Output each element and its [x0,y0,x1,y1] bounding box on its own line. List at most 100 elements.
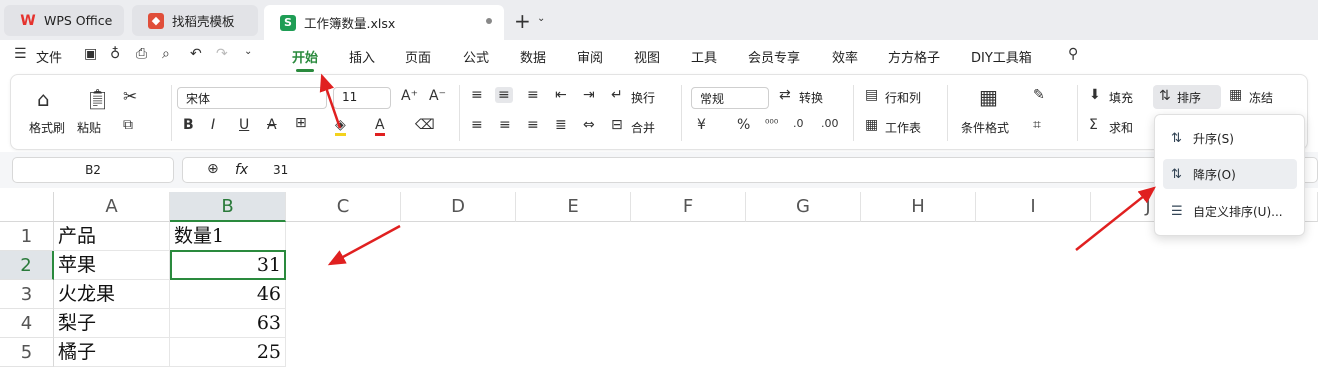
paste-label[interactable]: 粘贴 [77,119,101,136]
align-center-icon[interactable]: ≡ [499,117,511,133]
percent-icon[interactable]: % [737,117,750,133]
column-header-f[interactable]: F [631,192,746,222]
increase-decimal-icon[interactable]: .0 [793,117,804,130]
formula-value[interactable]: 31 [273,163,288,177]
tab-workbook[interactable]: S 工作簿数量.xlsx [264,5,504,40]
custom-sort-item[interactable]: ☰ 自定义排序(U)... [1163,196,1297,226]
menu-formula[interactable]: 公式 [463,47,489,66]
menu-efficiency[interactable]: 效率 [832,47,858,66]
menu-insert[interactable]: 插入 [349,47,375,66]
column-header-i[interactable]: I [976,192,1091,222]
cell-a5[interactable]: 橘子 [54,338,170,367]
fill-label[interactable]: 填充 [1109,89,1133,106]
fx-icon[interactable]: fx [235,162,248,178]
menu-data[interactable]: 数据 [520,47,546,66]
justify-icon[interactable]: ≣ [555,117,567,133]
menu-home[interactable]: 开始 [292,47,318,72]
sort-button[interactable]: ⇅ 排序 [1153,85,1221,109]
worksheet-label[interactable]: 工作表 [885,119,921,136]
menu-diy[interactable]: DIY工具箱 [971,47,1032,66]
format-painter-icon[interactable]: ⌂ [37,87,50,111]
conditional-format-label[interactable]: 条件格式 [961,119,1009,136]
indent-increase-icon[interactable]: ⇥ [583,87,595,103]
cell-b4[interactable]: 63 [170,309,286,338]
align-right-icon[interactable]: ≡ [527,117,539,133]
chevron-down-icon[interactable]: ⌄ [537,13,545,24]
undo-icon[interactable]: ↶ [190,46,202,62]
tab-wps-office[interactable]: W WPS Office [4,5,124,36]
format-painter-label[interactable]: 格式刷 [29,119,65,136]
cell-b3[interactable]: 46 [170,280,286,309]
merge-label[interactable]: 合并 [631,119,655,136]
increase-font-icon[interactable]: A⁺ [401,88,418,104]
wrap-text-icon[interactable]: ↵ [611,87,623,103]
zoom-icon[interactable]: ⊕ [207,161,219,177]
row-col-label[interactable]: 行和列 [885,89,921,106]
print-icon[interactable]: ⎙ [136,46,147,62]
sum-label[interactable]: 求和 [1109,119,1133,136]
font-color-icon[interactable]: A [375,117,385,136]
convert-icon[interactable]: ⇄ [779,87,791,103]
menu-page[interactable]: 页面 [405,47,431,66]
menu-member[interactable]: 会员专享 [748,47,800,66]
row-col-icon[interactable]: ▤ [865,87,878,103]
decrease-decimal-icon[interactable]: .00 [821,117,839,130]
fill-color-icon[interactable]: ◈ [335,117,346,136]
column-header-a[interactable]: A [54,192,170,222]
align-left-icon[interactable]: ≡ [471,117,483,133]
row-header-5[interactable]: 5 [0,338,54,367]
cell-a1[interactable]: 产品 [54,222,170,251]
cell-style-icon[interactable]: ✎ [1033,87,1045,103]
menu-view[interactable]: 视图 [634,47,660,66]
align-bottom-icon[interactable]: ≡ [527,87,539,103]
wrap-text-label[interactable]: 换行 [631,89,655,106]
row-header-2[interactable]: 2 [0,251,54,280]
column-header-c[interactable]: C [286,192,401,222]
indent-decrease-icon[interactable]: ⇤ [555,87,567,103]
search-icon[interactable]: ⚲ [1068,46,1078,62]
decrease-font-icon[interactable]: A⁻ [429,88,446,104]
currency-icon[interactable]: ¥ [697,117,706,133]
cut-icon[interactable]: ✂ [123,87,137,107]
cell-a2[interactable]: 苹果 [54,251,170,280]
name-box[interactable]: B2 [12,157,174,183]
fill-icon[interactable]: ⬇ [1089,87,1101,103]
italic-icon[interactable]: I [211,117,215,133]
cell-b5[interactable]: 25 [170,338,286,367]
column-header-d[interactable]: D [401,192,516,222]
menu-review[interactable]: 审阅 [577,47,603,66]
distribute-icon[interactable]: ⇔ [583,117,595,133]
cell-a3[interactable]: 火龙果 [54,280,170,309]
merge-icon[interactable]: ⊟ [611,117,623,133]
cell-a4[interactable]: 梨子 [54,309,170,338]
align-middle-icon[interactable]: ≡ [495,87,513,103]
row-header-4[interactable]: 4 [0,309,54,338]
select-all-corner[interactable] [0,192,54,222]
conditional-format-icon[interactable]: ▦ [979,85,998,109]
menu-tools[interactable]: 工具 [691,47,717,66]
hamburger-menu-icon[interactable]: ☰ [14,46,27,62]
column-header-h[interactable]: H [861,192,976,222]
clear-format-icon[interactable]: ⌫ [415,117,435,133]
save-icon[interactable]: ▣ [84,46,97,62]
row-header-1[interactable]: 1 [0,222,54,251]
copy-icon[interactable]: ⧉ [123,117,133,133]
worksheet-icon[interactable]: ▦ [865,117,878,133]
sum-icon[interactable]: Σ [1089,117,1098,133]
row-header-3[interactable]: 3 [0,280,54,309]
number-format-select[interactable]: 常规 [691,87,769,109]
crop-icon[interactable]: ⌗ [1033,117,1041,133]
menu-file[interactable]: 文件 [36,47,62,66]
bold-icon[interactable]: B [183,117,194,133]
column-header-b[interactable]: B [170,192,286,222]
border-icon[interactable]: ⊞ [295,115,307,131]
menu-fangfang[interactable]: 方方格子 [888,47,940,66]
print-preview-icon[interactable]: ⌕ [162,46,170,62]
new-tab-plus-icon[interactable]: + [514,9,531,33]
redo-icon[interactable]: ↷ [216,46,228,62]
column-header-e[interactable]: E [516,192,631,222]
more-chevron-icon[interactable]: ⌄ [244,46,252,57]
underline-icon[interactable]: U [239,117,249,133]
sort-ascending-item[interactable]: ⇅ 升序(S) [1163,123,1297,153]
unsaved-dot-icon[interactable] [486,18,492,24]
